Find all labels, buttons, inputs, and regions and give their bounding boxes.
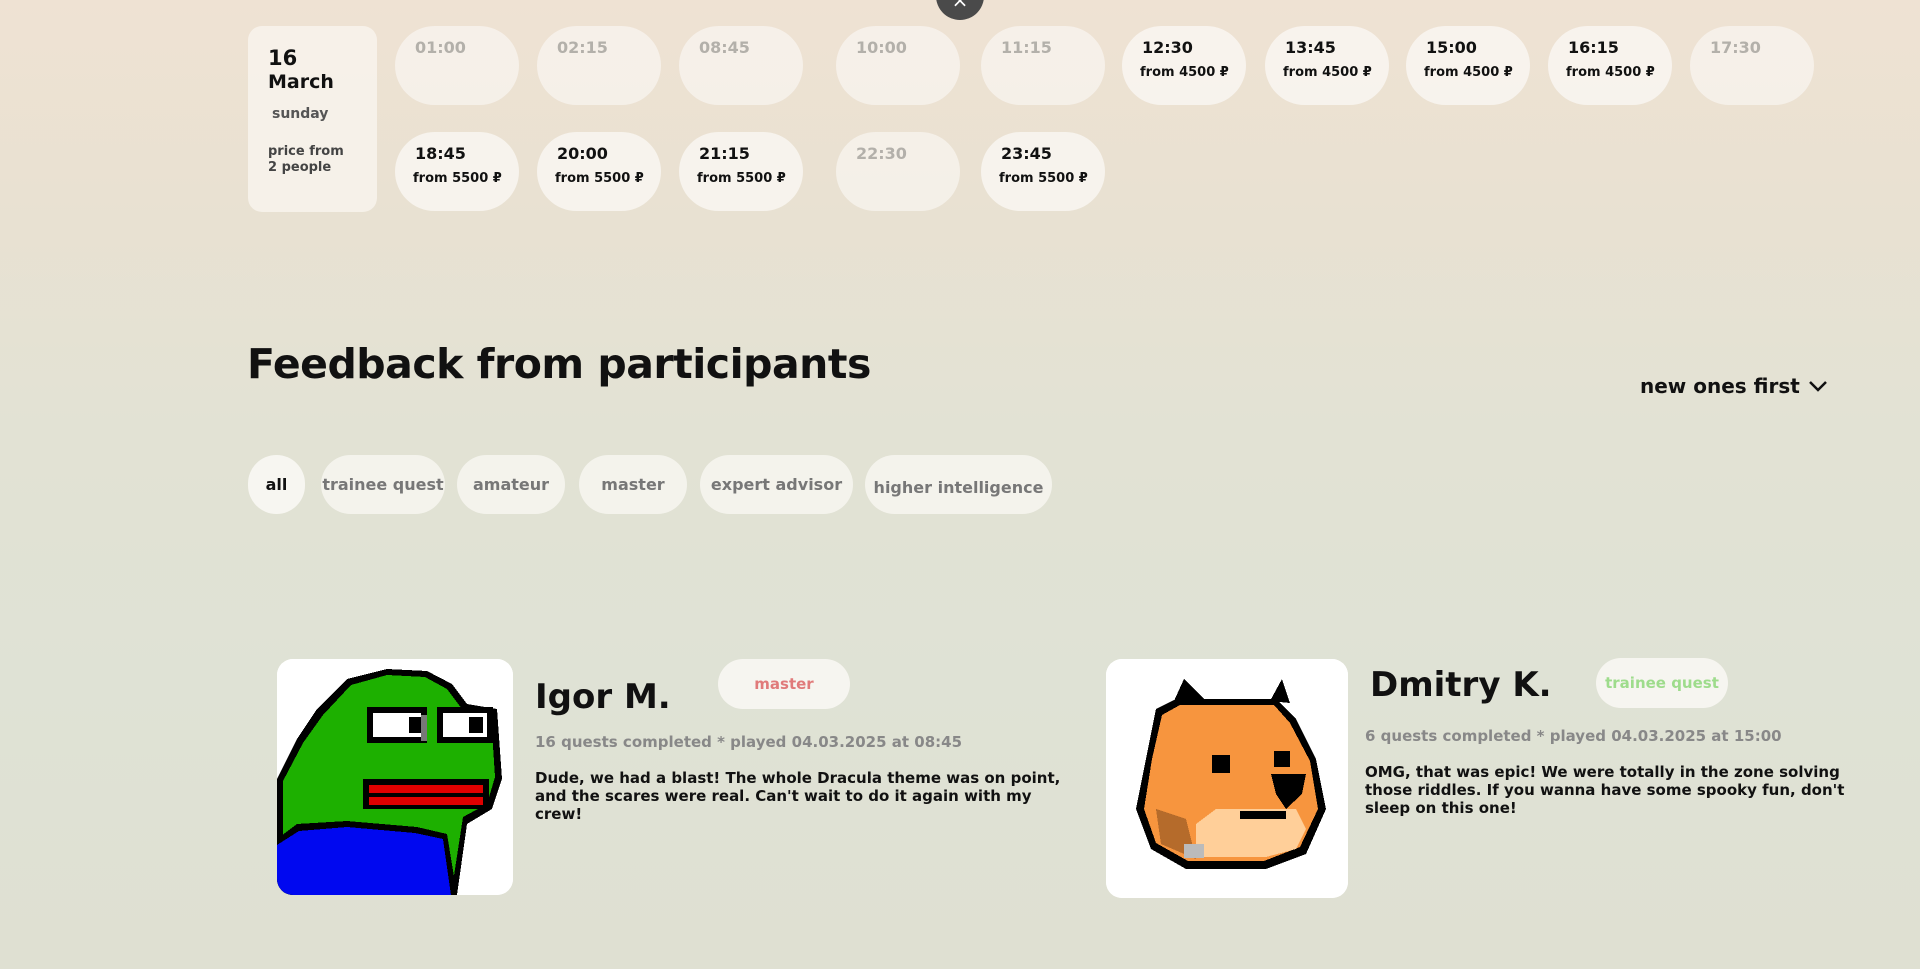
slot-price: from 4500 ₽	[1283, 65, 1372, 80]
slot-time: 15:00	[1426, 38, 1477, 57]
filter-master[interactable]: master	[579, 455, 687, 514]
slot-time: 01:00	[415, 38, 466, 57]
sort-label: new ones first	[1640, 374, 1800, 398]
slot-time: 22:30	[856, 144, 907, 163]
slot-price: from 5500 ₽	[555, 171, 644, 186]
reviewer-name: Igor M.	[535, 677, 671, 717]
time-slot[interactable]: 23:45 from 5500 ₽	[981, 132, 1105, 211]
time-slot[interactable]: 12:30 from 4500 ₽	[1122, 26, 1246, 105]
time-slot[interactable]: 20:00 from 5500 ₽	[537, 132, 661, 211]
slot-time: 12:30	[1142, 38, 1193, 57]
slot-time: 10:00	[856, 38, 907, 57]
time-slot: 08:45	[679, 26, 803, 105]
review-meta: 6 quests completed * played 04.03.2025 a…	[1365, 727, 1782, 745]
review-text: OMG, that was epic! We were totally in t…	[1365, 763, 1845, 817]
shiba-dog-avatar-icon	[1106, 659, 1348, 898]
feedback-title: Feedback from participants	[247, 340, 871, 388]
filter-amateur[interactable]: amateur	[457, 455, 565, 514]
date-weekday: sunday	[272, 106, 329, 122]
close-button[interactable]: ×	[936, 0, 984, 20]
filter-label: higher intelligence	[873, 478, 1044, 497]
date-month: March	[268, 71, 334, 93]
filter-trainee-quest[interactable]: trainee quest	[321, 455, 445, 514]
slot-time: 02:15	[557, 38, 608, 57]
filter-label: expert advisor	[710, 475, 843, 494]
filter-all[interactable]: all	[248, 455, 305, 514]
slot-price: from 5500 ₽	[999, 171, 1088, 186]
slot-time: 17:30	[1710, 38, 1761, 57]
time-slot[interactable]: 18:45 from 5500 ₽	[395, 132, 519, 211]
slot-time: 21:15	[699, 144, 750, 163]
slot-price: from 4500 ₽	[1566, 65, 1655, 80]
slot-time: 08:45	[699, 38, 750, 57]
slot-time: 20:00	[557, 144, 608, 163]
review-meta: 16 quests completed * played 04.03.2025 …	[535, 733, 963, 751]
time-slot: 22:30	[836, 132, 960, 211]
time-slot[interactable]: 21:15 from 5500 ₽	[679, 132, 803, 211]
time-slot: 10:00	[836, 26, 960, 105]
slot-price: from 5500 ₽	[413, 171, 502, 186]
slot-price: from 4500 ₽	[1140, 65, 1229, 80]
chevron-down-icon	[1808, 381, 1827, 392]
date-day: 16	[268, 46, 298, 70]
slot-time: 16:15	[1568, 38, 1619, 57]
slot-time: 23:45	[1001, 144, 1052, 163]
time-slot[interactable]: 16:15 from 4500 ₽	[1548, 26, 1672, 105]
slot-price: from 4500 ₽	[1424, 65, 1513, 80]
price-note: price from 2 people	[268, 144, 344, 175]
time-slot[interactable]: 15:00 from 4500 ₽	[1406, 26, 1530, 105]
filter-expert-advisor[interactable]: expert advisor	[700, 455, 853, 514]
filter-label: trainee quest	[322, 475, 444, 494]
filter-higher-intelligence[interactable]: higher intelligence	[865, 455, 1052, 514]
date-card: 16 March sunday price from 2 people	[248, 26, 377, 212]
time-slot[interactable]: 13:45 from 4500 ₽	[1265, 26, 1389, 105]
slot-time: 11:15	[1001, 38, 1052, 57]
slot-price: from 5500 ₽	[697, 171, 786, 186]
filter-label: master	[601, 475, 665, 494]
sort-dropdown[interactable]: new ones first	[1640, 374, 1828, 398]
reviewer-name: Dmitry K.	[1370, 665, 1552, 705]
close-icon: ×	[951, 0, 969, 12]
frog-avatar-icon	[277, 659, 513, 895]
time-slot: 11:15	[981, 26, 1105, 105]
review-level-badge: master	[718, 659, 850, 709]
filter-label: all	[265, 475, 288, 494]
review-avatar	[277, 659, 513, 895]
time-slot: 01:00	[395, 26, 519, 105]
review-level-badge: trainee quest	[1596, 658, 1728, 708]
review-text: Dude, we had a blast! The whole Dracula …	[535, 769, 1061, 823]
filter-label: amateur	[472, 475, 550, 494]
slot-time: 18:45	[415, 144, 466, 163]
slot-time: 13:45	[1285, 38, 1336, 57]
time-slot: 02:15	[537, 26, 661, 105]
review-avatar	[1106, 659, 1348, 898]
time-slot: 17:30	[1690, 26, 1814, 105]
